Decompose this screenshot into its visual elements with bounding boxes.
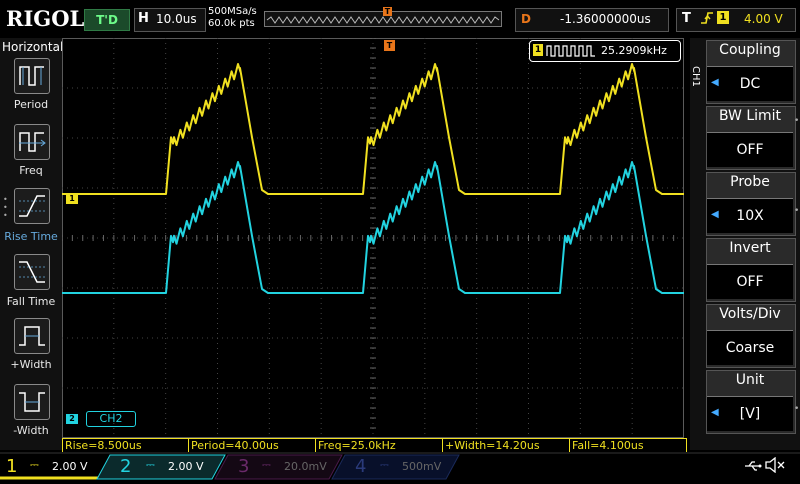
ch2-trace <box>62 161 684 294</box>
volts-div-title: Volts/Div <box>719 306 781 322</box>
delay-value: -1.36000000us <box>560 12 651 26</box>
invert-value: OFF <box>707 264 793 299</box>
trigger-status-badge[interactable]: T'D <box>84 9 130 31</box>
probe-title: Probe <box>730 174 770 190</box>
delay-label: D <box>521 12 531 26</box>
frequency-icon[interactable] <box>14 124 50 160</box>
waveform-traces <box>62 63 684 294</box>
timebase-value: 10.0us <box>156 12 197 26</box>
brand-logo: RIGOL <box>6 6 85 31</box>
volts-div-value: Coarse <box>707 330 793 365</box>
trigger-position-marker[interactable]: T <box>384 40 395 51</box>
timebase-mode-label: H <box>138 11 149 26</box>
ch1-trace <box>62 63 684 195</box>
ch4-number[interactable]: 4 <box>355 456 366 477</box>
dc-coupling-icon: ⎓ <box>262 458 271 471</box>
side-dots-icon: • <box>794 116 800 126</box>
ch1-scale[interactable]: 2.00 V <box>52 460 88 473</box>
ch2-screen-label: CH2 <box>86 411 136 427</box>
trigger-source-badge: 1 <box>717 11 729 24</box>
dc-coupling-icon: ⎓ <box>30 458 39 471</box>
ch3-scale[interactable]: 20.0mV <box>284 460 327 473</box>
side-dots-icon: • <box>794 206 800 216</box>
speaker-muted-icon[interactable] <box>764 456 786 477</box>
select-arrow-icon: ◀ <box>711 77 719 88</box>
positive-width-label: +Width <box>10 358 52 371</box>
channel-menu-tab: CH1 <box>690 66 701 87</box>
left-menu-title: Horizontal <box>2 40 64 54</box>
select-arrow-icon: ◀ <box>711 209 719 220</box>
frequency-counter-value: 25.2909kHz <box>601 44 667 57</box>
ch2-number[interactable]: 2 <box>120 456 131 477</box>
ch1-number[interactable]: 1 <box>6 456 17 477</box>
ch1-offset-marker[interactable]: 1 <box>66 194 78 204</box>
coupling-value: DC <box>707 66 793 101</box>
fall-time-icon[interactable] <box>14 254 50 290</box>
ch3-number[interactable]: 3 <box>238 456 249 477</box>
select-arrow-icon: ◀ <box>711 407 719 418</box>
ch2-scale[interactable]: 2.00 V <box>168 460 204 473</box>
bw-limit-value: OFF <box>707 132 793 167</box>
usb-icon <box>744 459 762 477</box>
dc-coupling-icon: ⎓ <box>380 458 389 471</box>
sample-rate: 500MSa/s <box>208 6 257 17</box>
unit-value: [V] <box>707 396 793 431</box>
square-wave-icon <box>546 43 598 62</box>
negative-width-label: -Width <box>13 424 49 437</box>
trigger-level-value: 4.00 V <box>744 12 783 26</box>
menu-page-indicator: • • • <box>3 195 8 220</box>
memory-map-trigger-marker: T <box>383 7 392 16</box>
negative-width-icon[interactable] <box>14 384 50 420</box>
positive-width-icon[interactable] <box>14 318 50 354</box>
invert-title: Invert <box>729 240 771 256</box>
rising-edge-icon <box>700 10 714 30</box>
memory-depth: 60.0k pts <box>208 18 255 29</box>
trigger-label: T <box>682 11 691 26</box>
side-dots-icon: • <box>794 404 800 414</box>
unit-title: Unit <box>735 372 765 388</box>
rise-time-icon[interactable] <box>14 188 50 224</box>
freq-label: Freq <box>19 164 43 177</box>
rise-time-label: Rise Time <box>4 230 58 243</box>
frequency-counter-source: 1 <box>533 44 543 56</box>
fall-time-label: Fall Time <box>6 295 56 308</box>
dc-coupling-icon: ⎓ <box>146 458 155 471</box>
period-icon[interactable] <box>14 58 50 94</box>
bw-limit-title: BW Limit <box>718 108 782 124</box>
ch2-offset-marker[interactable]: 2 <box>66 414 78 424</box>
probe-value: 10X <box>707 198 793 233</box>
period-label: Period <box>13 98 49 111</box>
coupling-title: Coupling <box>719 42 781 58</box>
ch4-scale[interactable]: 500mV <box>402 460 441 473</box>
